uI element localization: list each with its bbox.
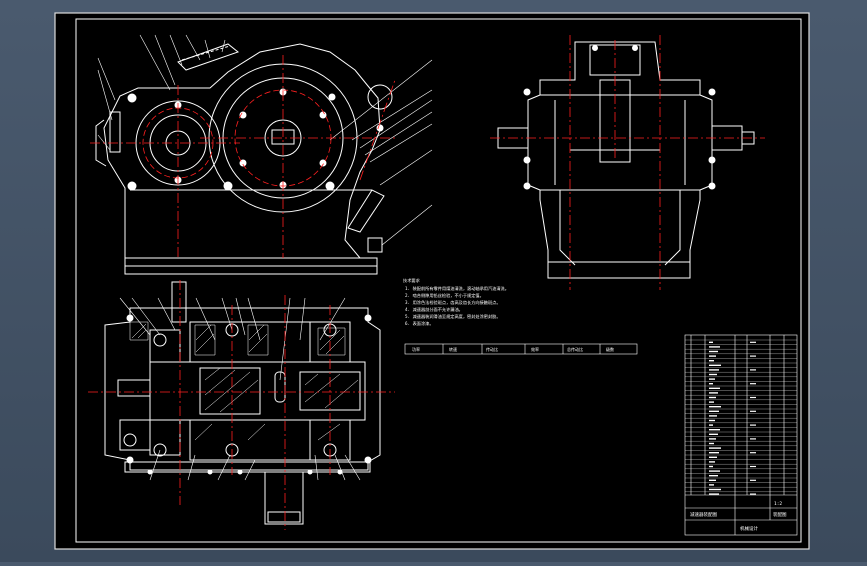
title-scale: 1:2 (774, 501, 782, 507)
notes-line-1: 2. 啮合侧隙用铅丝检验，不小于规定值。 (405, 292, 484, 299)
spec-header-5: 级数 (606, 346, 614, 352)
notes-line-2: 3. 用涂色法检验斑点，齿高及齿长方向接触斑点。 (405, 299, 501, 306)
drawing-canvas: 功率 转速 传动比 效率 总传动比 级数 技术要求 1. 装配前所有零件用煤油清… (54, 12, 810, 550)
title-drawing-name: 减速器装配图 (690, 511, 717, 518)
notes-line-4: 5. 减速器装润滑油至规定高度，密封处涂密封胶。 (405, 313, 501, 320)
notes-line-3: 4. 减速器剖分面不允许漏油。 (405, 306, 463, 313)
notes-line-5: 6. 表面涂漆。 (405, 320, 434, 327)
cad-viewport[interactable]: 功率 转速 传动比 效率 总传动比 级数 技术要求 1. 装配前所有零件用煤油清… (0, 0, 867, 562)
spec-header-0: 功率 (412, 346, 420, 352)
spec-header-1: 转速 (449, 346, 457, 352)
spec-header-4: 总传动比 (567, 346, 583, 352)
notes-line-0: 1. 装配前所有零件用煤油清洗，滚动轴承用汽油清洗。 (405, 285, 509, 292)
spec-header-3: 效率 (531, 346, 539, 352)
sheet (54, 12, 810, 550)
spec-header-2: 传动比 (486, 346, 498, 352)
title-school: 机械设计 (740, 525, 758, 532)
notes-heading: 技术要求 (403, 277, 421, 284)
title-sheet-label: 装配图 (773, 511, 787, 518)
